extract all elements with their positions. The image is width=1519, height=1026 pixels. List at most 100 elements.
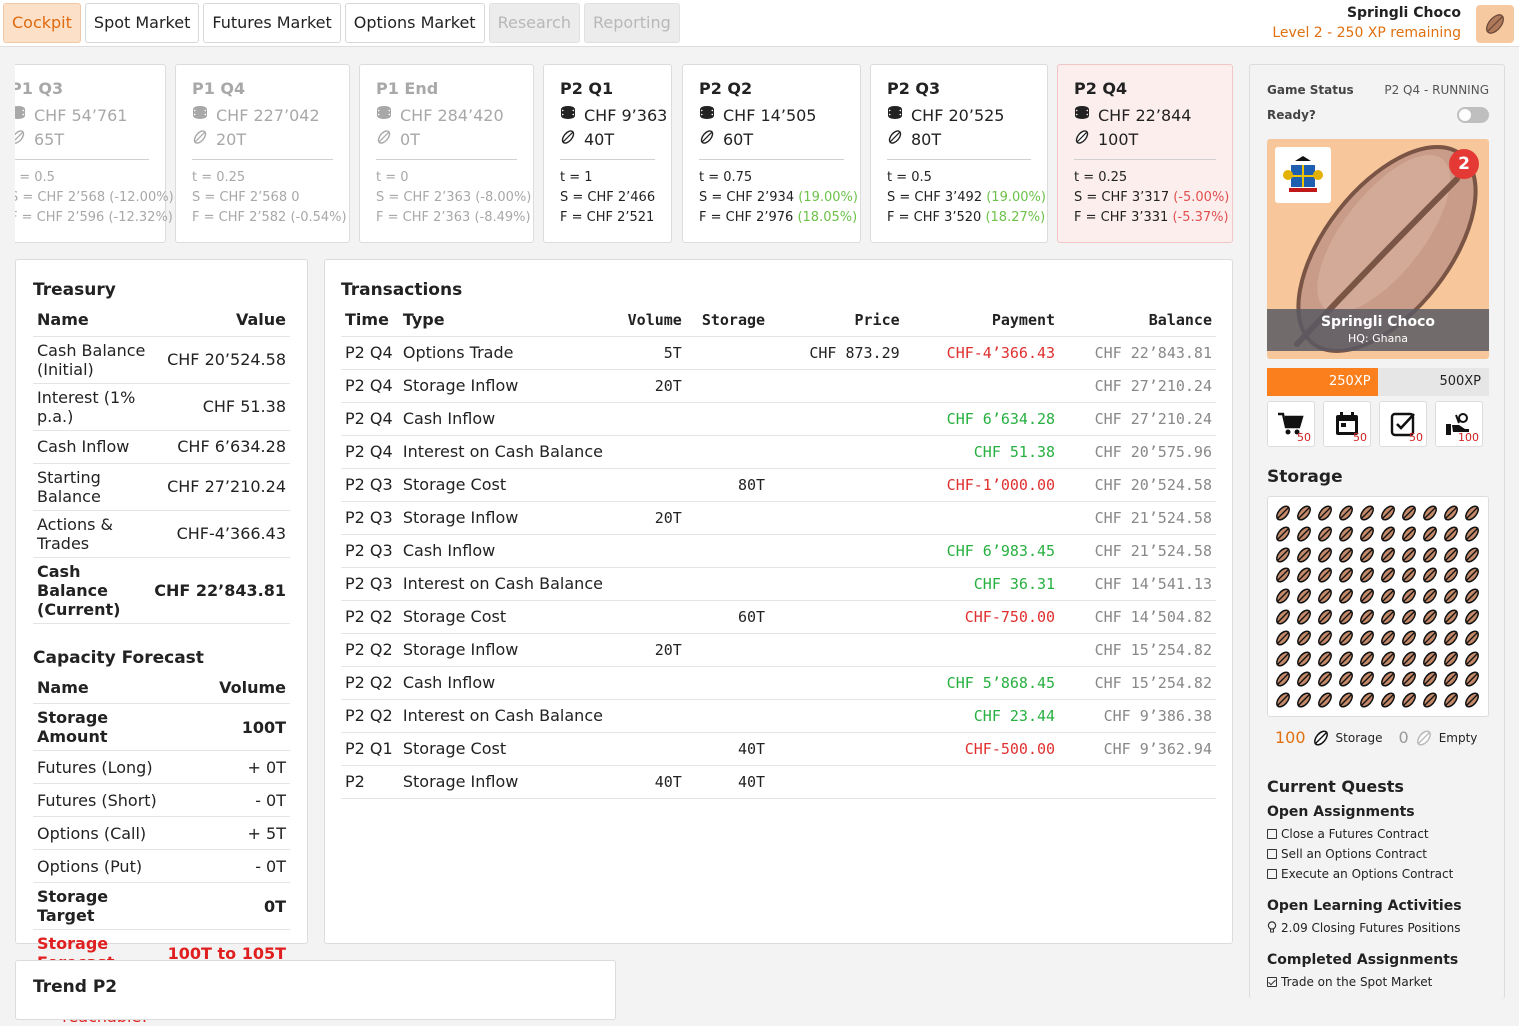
cocoa-bean-icon xyxy=(1442,504,1460,522)
capacity-col-name: Name xyxy=(33,671,164,704)
schedule-action-button[interactable]: 50 xyxy=(1323,401,1371,447)
quest-item[interactable]: 2.09 Closing Futures Positions xyxy=(1267,918,1497,938)
cocoa-bean-icon xyxy=(1295,525,1313,543)
storage-empty-count: 0 xyxy=(1398,728,1409,747)
period-cash-value: CHF 9’363 xyxy=(584,105,668,125)
cocoa-bean-icon xyxy=(1358,566,1376,584)
period-card[interactable]: P2 Q1 CHF 9’363 40T t = 1 S = CHF 2’466 F = … xyxy=(543,64,672,243)
tx-payment: CHF-4’366.43 xyxy=(903,336,1060,370)
cocoa-bean-icon xyxy=(1421,504,1439,522)
period-card[interactable]: P2 Q2 CHF 14’505 60T t = 0.75 S = CHF 2’934 … xyxy=(682,64,861,243)
quest-label: Close a Futures Contract xyxy=(1281,827,1429,841)
period-time: t = 0.5 xyxy=(15,170,55,185)
tx-price xyxy=(769,567,904,601)
table-row: P2 Q2 Interest on Cash Balance CHF 23.44 CH… xyxy=(341,699,1216,733)
cocoa-bean-icon xyxy=(1295,546,1313,564)
cocoa-bean-icon xyxy=(1442,670,1460,688)
period-cash: CHF 227’042 xyxy=(192,103,333,127)
period-spot: S = CHF 2’466 xyxy=(560,190,655,210)
table-row: P2 Q4 Options Trade 5T CHF 873.29 CHF-4’366.… xyxy=(341,336,1216,370)
capacity-row: Futures (Long) + 0T xyxy=(33,750,290,784)
ready-label: Ready? xyxy=(1267,108,1316,122)
avatar[interactable] xyxy=(1476,5,1514,43)
tx-balance xyxy=(1059,765,1216,799)
action-count: 50 xyxy=(1409,431,1423,444)
cocoa-bean-icon xyxy=(1337,608,1355,626)
tx-time: P2 Q4 xyxy=(341,369,399,403)
cocoa-bean-icon xyxy=(1316,670,1334,688)
quest-item[interactable]: Trade on the Spot Market xyxy=(1267,972,1497,992)
storage-grid xyxy=(1267,496,1489,717)
period-card[interactable]: P2 Q4 CHF 22’844 100T t = 0.25 S = CHF 3’317… xyxy=(1057,64,1233,243)
cocoa-bean-icon xyxy=(1400,504,1418,522)
period-card[interactable]: P2 Q3 CHF 20’525 80T t = 0.5 S = CHF 3’492 (… xyxy=(870,64,1048,243)
tab-futures-market[interactable]: Futures Market xyxy=(203,3,341,43)
lightbulb-icon xyxy=(1267,920,1277,936)
capacity-row-value: - 0T xyxy=(163,849,290,883)
notification-badge[interactable]: 2 xyxy=(1449,149,1479,179)
period-title: P1 Q3 xyxy=(15,79,64,98)
task-action-button[interactable]: 50 xyxy=(1379,401,1427,447)
table-row: P2 Q3 Cash Inflow CHF 6’983.45 CHF 21’524.5… xyxy=(341,534,1216,568)
quest-label: Trade on the Spot Market xyxy=(1281,975,1433,989)
tx-balance: CHF 22’843.81 xyxy=(1059,336,1216,370)
cocoa-bean-icon xyxy=(1274,629,1292,647)
tx-type: Storage Cost xyxy=(398,732,607,766)
storage-title: Storage xyxy=(1267,467,1343,487)
table-row: P2 Q4 Storage Inflow 20T CHF 27’210.24 xyxy=(341,369,1216,403)
trend-title: Trend P2 xyxy=(33,977,118,997)
cocoa-bean-icon xyxy=(1295,504,1313,522)
cocoa-bean-icon xyxy=(1316,629,1334,647)
cocoa-bean-icon xyxy=(1463,525,1481,543)
user-info: Springli Choco Level 2 - 250 XP remainin… xyxy=(1272,5,1461,41)
cocoa-bean-icon xyxy=(1442,566,1460,584)
period-futures: F = CHF 2’521 xyxy=(560,210,655,230)
tx-price xyxy=(769,600,904,634)
period-card[interactable]: P1 Q3 CHF 54’761 65T t = 0.5 S = CHF 2’568 (… xyxy=(15,64,174,243)
company-card[interactable]: 2 Springli Choco HQ: Ghana xyxy=(1267,139,1489,359)
quest-item[interactable]: Execute an Options Contract xyxy=(1267,864,1497,884)
tx-type: Cash Inflow xyxy=(398,534,607,568)
tx-storage xyxy=(685,336,770,370)
tx-storage: 40T xyxy=(685,765,770,799)
cocoa-bean-icon xyxy=(1463,691,1481,709)
period-cash-value: CHF 20’525 xyxy=(911,105,1005,125)
tx-type: Interest on Cash Balance xyxy=(398,699,607,733)
company-name-bar: Springli Choco HQ: Ghana xyxy=(1267,309,1489,351)
period-card[interactable]: P1 End CHF 284’420 0T t = 0 S = CHF 2’363 (-… xyxy=(359,64,534,243)
cocoa-bean-icon xyxy=(887,129,903,149)
tab-spot-market[interactable]: Spot Market xyxy=(84,3,200,43)
cocoa-bean-icon xyxy=(1337,670,1355,688)
treasury-title: Treasury xyxy=(33,280,116,300)
sell-action-button[interactable]: 100 xyxy=(1435,401,1483,447)
capacity-title: Capacity Forecast xyxy=(33,647,204,668)
tx-type: Storage Inflow xyxy=(398,633,607,667)
tx-time: P2 xyxy=(341,765,399,799)
tx-payment: CHF 5’868.45 xyxy=(903,666,1060,700)
tab-options-market[interactable]: Options Market xyxy=(344,3,485,43)
ready-toggle[interactable] xyxy=(1457,107,1489,123)
cocoa-bean-icon xyxy=(1379,525,1397,543)
buy-action-button[interactable]: 50 xyxy=(1267,401,1315,447)
quest-item[interactable]: Sell an Options Contract xyxy=(1267,844,1497,864)
quest-item[interactable]: Close a Futures Contract xyxy=(1267,824,1497,844)
tx-storage: 60T xyxy=(685,600,770,634)
period-futures: F = CHF 2’363 (-8.49%) xyxy=(376,210,531,230)
period-cash: CHF 54’761 xyxy=(15,103,149,127)
storage-empty-label: Empty xyxy=(1438,730,1478,745)
period-storage-value: 100T xyxy=(1098,129,1139,149)
period-card[interactable]: P1 Q4 CHF 227’042 20T t = 0.25 S = CHF 2’568… xyxy=(175,64,350,243)
tx-volume xyxy=(606,468,686,502)
period-futures: F = CHF 2’596 (-12.32%) xyxy=(15,210,173,230)
period-storage: 80T xyxy=(887,127,1031,151)
company-name: Springli Choco xyxy=(1320,314,1436,330)
treasury-row-name: Cash Balance (Initial) xyxy=(33,336,151,384)
tx-price xyxy=(769,369,904,403)
cocoa-bean-icon xyxy=(1442,587,1460,605)
tab-cockpit[interactable]: Cockpit xyxy=(3,3,81,43)
learning-list: 2.09 Closing Futures Positions xyxy=(1267,918,1497,938)
period-spot: S = CHF 2’934 (19.00%) xyxy=(699,190,858,210)
cocoa-bean-icon xyxy=(1400,608,1418,626)
period-title: P2 Q2 xyxy=(699,79,753,98)
cocoa-bean-icon xyxy=(1274,608,1292,626)
